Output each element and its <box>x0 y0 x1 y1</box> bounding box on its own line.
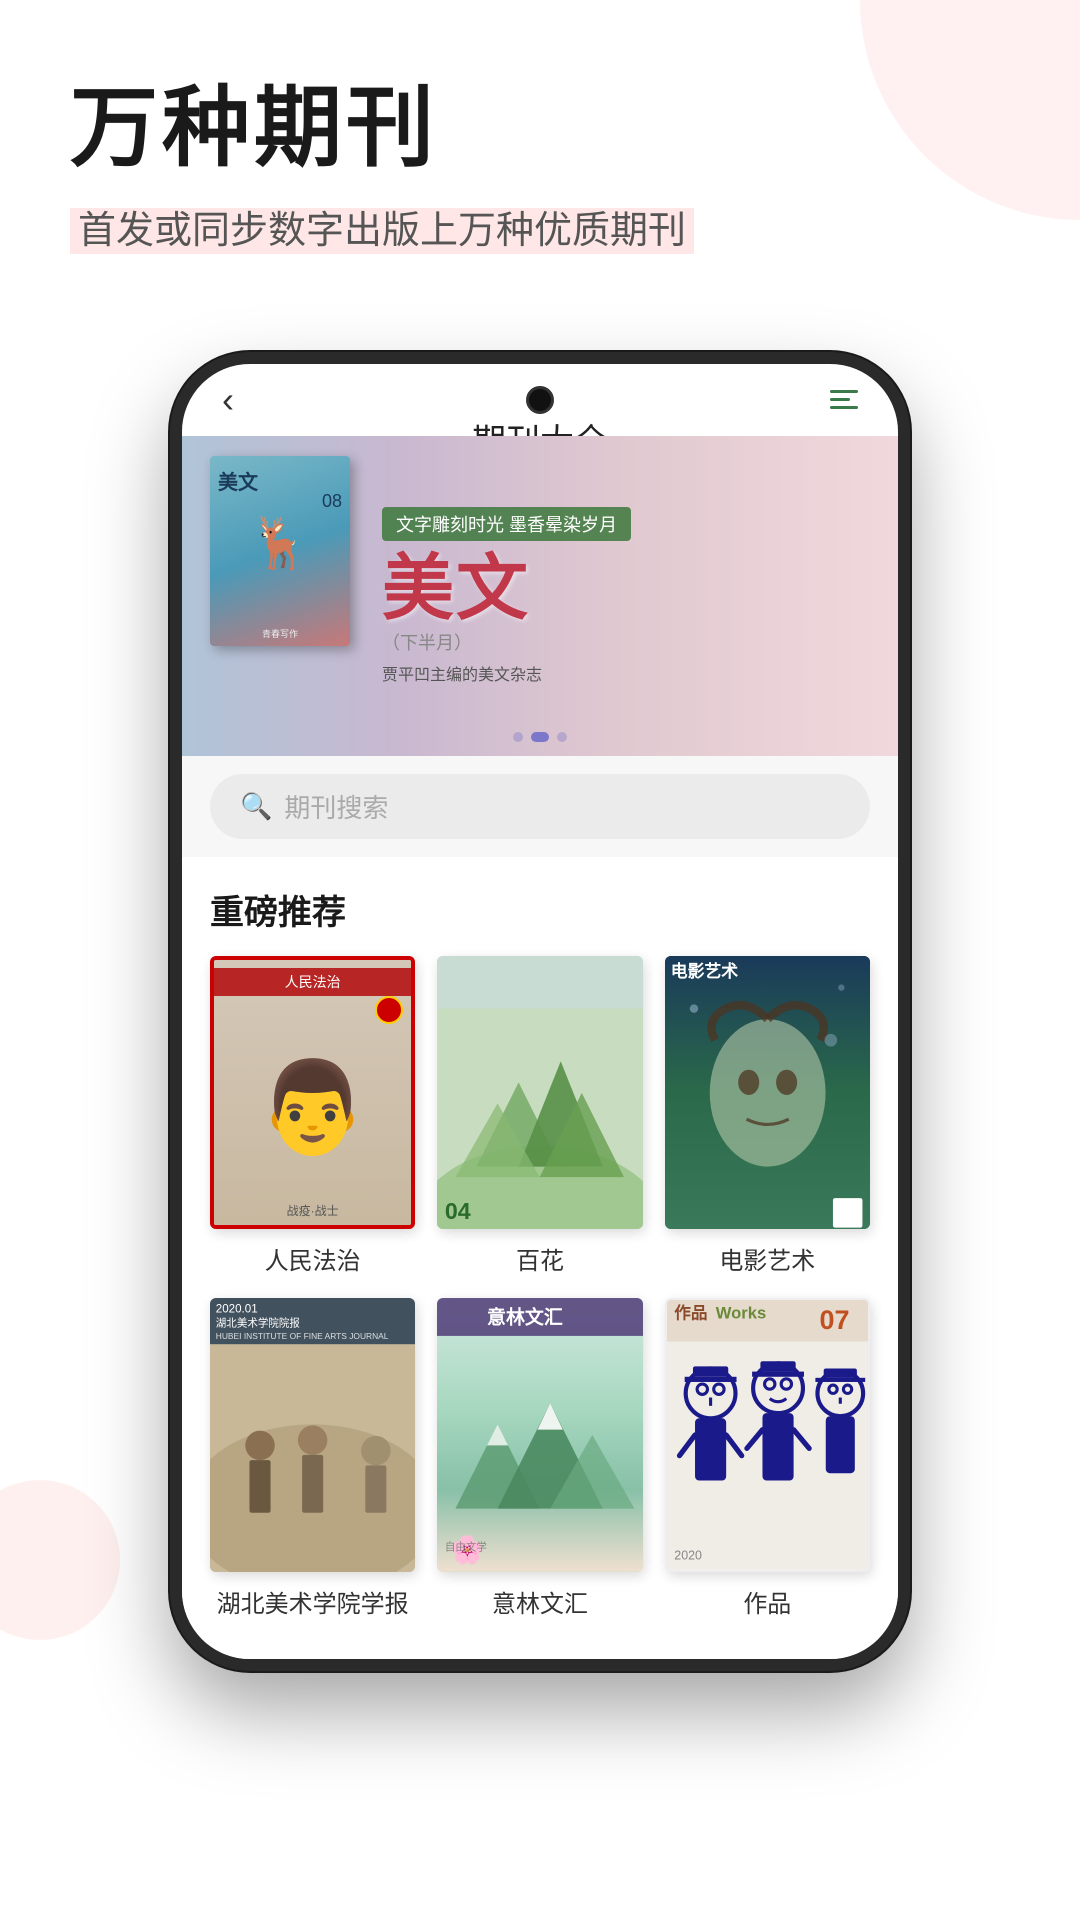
cover-renmin: 人民法治 👨 战疫·战士 <box>210 956 415 1230</box>
banner-subtitle: （下半月） <box>382 629 878 655</box>
cover-dianying: 电影艺术 <box>665 956 870 1230</box>
svg-text:2020.01: 2020.01 <box>216 1304 258 1316</box>
page-header: 万种期刊 首发或同步数字出版上万种优质期刊 <box>0 0 1080 292</box>
magazine-item-zuopin[interactable]: 作品 Works 07 <box>665 1298 870 1619</box>
banner-main-title: 美文 <box>382 553 878 625</box>
banner-text-area: 文字雕刻时光 墨香晕染岁月 美文 （下半月） 贾平凹主编的美文杂志 <box>372 436 898 756</box>
banner-cover: 美文 08 🦌 青春写作 <box>210 456 350 646</box>
svg-text:自由文学: 自由文学 <box>445 1541 487 1554</box>
cover-hubei: 2020.01 湖北美术学院院报 HUBEI INSTITUTE OF FINE… <box>210 1298 415 1572</box>
svg-text:作品: 作品 <box>674 1303 707 1323</box>
phone-container: ‹ 期刊大全 美文 08 🦌 青春写作 <box>0 352 1080 1712</box>
magazine-item-baihua[interactable]: 百花 baihua <box>437 956 642 1277</box>
recommended-section: 重磅推荐 人民法治 👨 战疫·战士 <box>182 857 898 1620</box>
page-title: 万种期刊 <box>70 80 1010 177</box>
magazine-grid: 人民法治 👨 战疫·战士 人民法治 百花 <box>210 956 870 1620</box>
magazine-item-dianying[interactable]: 电影艺术 电影艺术 <box>665 956 870 1277</box>
page-subtitle: 首发或同步数字出版上万种优质期刊 <box>70 201 1010 262</box>
magazine-item-renmin[interactable]: 人民法治 👨 战疫·战士 人民法治 <box>210 956 415 1277</box>
banner-dots <box>513 732 567 742</box>
phone-mockup: ‹ 期刊大全 美文 08 🦌 青春写作 <box>170 352 910 1672</box>
mag-label-renmin: 人民法治 <box>265 1241 361 1276</box>
cover-zuopin: 作品 Works 07 <box>665 1298 870 1572</box>
banner[interactable]: 美文 08 🦌 青春写作 文字雕刻时光 墨香晕染岁月 美文 （下半月） 贾平凹主… <box>182 436 898 756</box>
camera-notch <box>526 386 554 414</box>
magazine-item-yilin[interactable]: 意林文汇 🌸 自由文学 <box>437 1298 642 1619</box>
search-bar[interactable]: 🔍 期刊搜索 <box>210 774 870 839</box>
section-title: 重磅推荐 <box>210 885 870 934</box>
svg-text:意林文汇: 意林文汇 <box>487 1306 563 1329</box>
mag-label-hubei: 湖北美术学院学报 <box>217 1584 409 1619</box>
mag-label-zuopin: 作品 <box>743 1584 791 1619</box>
search-icon: 🔍 <box>240 791 272 822</box>
cover-baihua: 百花 baihua <box>437 956 642 1230</box>
svg-text:电影艺术: 电影艺术 <box>670 961 737 981</box>
search-bar-wrap: 🔍 期刊搜索 <box>182 756 898 857</box>
phone-top-bar: ‹ 期刊大全 <box>182 364 898 436</box>
menu-icon[interactable] <box>830 390 858 409</box>
mag-label-yilin: 意林文汇 <box>492 1584 588 1619</box>
search-placeholder: 期刊搜索 <box>284 788 388 825</box>
landscape-svg: 04 <box>437 956 642 1230</box>
mag-label-baihua: 百花 <box>516 1241 564 1276</box>
banner-tag: 文字雕刻时光 墨香晕染岁月 <box>382 507 631 541</box>
svg-text:湖北美术学院院报: 湖北美术学院院报 <box>216 1317 301 1330</box>
back-button[interactable]: ‹ <box>222 379 234 421</box>
magazine-item-hubei[interactable]: 2020.01 湖北美术学院院报 HUBEI INSTITUTE OF FINE… <box>210 1298 415 1619</box>
svg-text:Works: Works <box>715 1304 765 1323</box>
svg-text:04: 04 <box>445 1198 471 1224</box>
phone-content: 美文 08 🦌 青春写作 文字雕刻时光 墨香晕染岁月 美文 （下半月） 贾平凹主… <box>182 436 898 1660</box>
svg-text:2020: 2020 <box>674 1549 702 1563</box>
svg-text:07: 07 <box>819 1305 849 1335</box>
cover-yilin: 意林文汇 🌸 自由文学 <box>437 1298 642 1572</box>
bottom-space <box>182 1619 898 1659</box>
banner-desc: 贾平凹主编的美文杂志 <box>382 661 878 685</box>
mag-label-dianying: 电影艺术 <box>719 1241 815 1276</box>
svg-text:HUBEI INSTITUTE OF FINE ARTS J: HUBEI INSTITUTE OF FINE ARTS JOURNAL <box>216 1331 389 1341</box>
